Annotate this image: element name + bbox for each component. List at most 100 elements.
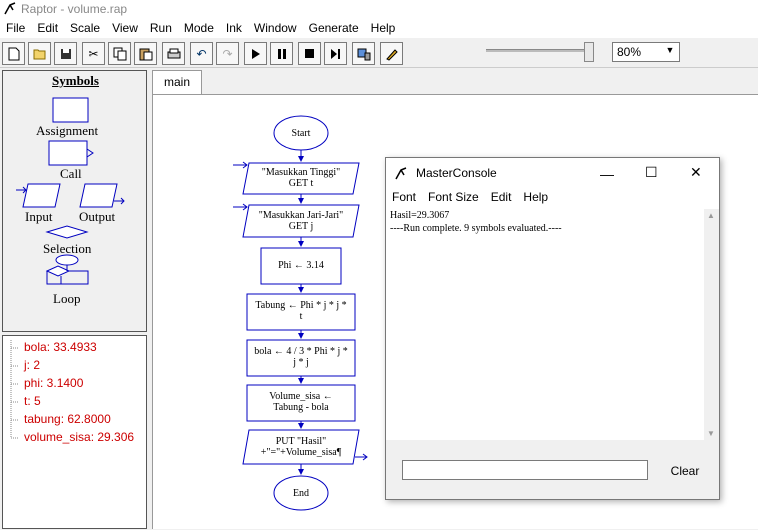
zoom-value: 80% <box>617 45 642 59</box>
console-command-input[interactable] <box>402 460 648 480</box>
selection-symbol[interactable] <box>45 225 89 239</box>
chevron-down-icon[interactable]: ▼ <box>663 45 677 59</box>
computer-icon <box>357 48 370 60</box>
assign4-text-cont: Tabung - bola <box>273 402 329 413</box>
output-text: PUT "Hasil" <box>275 436 327 447</box>
speed-slider-track[interactable] <box>486 49 584 52</box>
play-icon <box>251 48 260 59</box>
selection-label: Selection <box>43 241 92 256</box>
minimize-icon[interactable]: — <box>600 166 614 182</box>
menu-generate[interactable]: Generate <box>303 21 365 35</box>
input2-get: GET j <box>288 221 314 232</box>
pause-icon <box>277 48 286 59</box>
scroll-up-icon[interactable]: ▲ <box>707 211 715 220</box>
console-menu-edit[interactable]: Edit <box>485 190 518 208</box>
paste-icon <box>139 48 152 60</box>
console-scrollbar[interactable]: ▲ ▼ <box>704 209 719 440</box>
save-icon <box>60 48 71 59</box>
menu-help[interactable]: Help <box>365 21 402 35</box>
console-line: Hasil=29.3067 <box>390 210 450 221</box>
stop-button[interactable] <box>298 42 321 65</box>
step-button[interactable] <box>324 42 347 65</box>
var-item[interactable]: volume_sisa: 29.306 <box>24 430 134 444</box>
undo-button[interactable]: ↶ <box>190 42 213 65</box>
input2-prompt: "Masukkan Jari-Jari" <box>258 210 344 221</box>
call-label: Call <box>60 166 82 181</box>
zoom-select[interactable]: 80% ▼ <box>612 42 680 62</box>
scroll-down-icon[interactable]: ▼ <box>707 429 715 438</box>
redo-icon: ↷ <box>222 46 233 61</box>
test-server-button[interactable] <box>352 42 375 65</box>
printer-icon <box>167 48 180 58</box>
var-item[interactable]: tabung: 62.8000 <box>24 412 111 426</box>
title-bar: Raptor - volume.rap <box>0 0 758 18</box>
assign2-text-cont: t <box>299 311 303 322</box>
paste-button[interactable] <box>134 42 157 65</box>
assign3-text: bola ← 4 / 3 * Phi * j * <box>254 346 348 357</box>
console-line: ----Run complete. 9 symbols evaluated.--… <box>390 223 562 234</box>
new-button[interactable] <box>2 42 25 65</box>
pen-icon <box>385 48 398 61</box>
open-folder-icon <box>33 49 45 59</box>
var-item[interactable]: j: 2 <box>24 358 40 372</box>
loop-label: Loop <box>53 291 81 306</box>
window-title: Raptor - volume.rap <box>21 2 128 16</box>
variables-panel: bola: 33.4933 j: 2 phi: 3.1400 t: 5 tabu… <box>2 335 147 529</box>
scissors-icon: ✂ <box>88 46 99 61</box>
run-button[interactable] <box>244 42 267 65</box>
menu-file[interactable]: File <box>0 21 31 35</box>
step-icon <box>330 48 340 59</box>
input-label: Input <box>25 209 53 224</box>
console-menu-help[interactable]: Help <box>517 190 554 208</box>
maximize-icon[interactable]: ☐ <box>645 164 658 181</box>
menu-window[interactable]: Window <box>248 21 303 35</box>
pause-button[interactable] <box>270 42 293 65</box>
menu-run[interactable]: Run <box>144 21 178 35</box>
console-input-area: Clear <box>386 440 719 499</box>
menu-mode[interactable]: Mode <box>178 21 220 35</box>
symbols-panel: Symbols Assignment Call Input Output Sel… <box>2 70 147 332</box>
menu-ink[interactable]: Ink <box>220 21 248 35</box>
input1-get: GET t <box>288 178 314 189</box>
var-item[interactable]: bola: 33.4933 <box>24 340 97 354</box>
var-item[interactable]: t: 5 <box>24 394 41 408</box>
redo-button[interactable]: ↷ <box>216 42 239 65</box>
open-button[interactable] <box>28 42 51 65</box>
copy-icon <box>113 47 126 60</box>
clear-button[interactable]: Clear <box>662 460 708 482</box>
stop-icon <box>305 49 314 58</box>
raptor-icon <box>394 166 408 183</box>
console-menu-font-size[interactable]: Font Size <box>422 190 485 208</box>
start-label: Start <box>291 128 311 139</box>
output-symbol[interactable] <box>79 183 118 208</box>
var-item[interactable]: phi: 3.1400 <box>24 376 83 390</box>
menu-edit[interactable]: Edit <box>31 21 64 35</box>
output-text-cont: +"="+Volume_sisa¶ <box>260 447 342 458</box>
assign2-text: Tabung ← Phi * j * j * <box>255 300 347 311</box>
menu-view[interactable]: View <box>106 21 144 35</box>
input1-prompt: "Masukkan Tinggi" <box>261 167 341 178</box>
input-symbol[interactable] <box>22 183 61 208</box>
ink-button[interactable] <box>380 42 403 65</box>
call-symbol[interactable] <box>48 140 88 166</box>
speed-slider-thumb[interactable] <box>584 42 594 62</box>
tab-main[interactable]: main <box>152 70 202 94</box>
console-menu-bar: Font Font Size Edit Help <box>386 190 719 208</box>
save-button[interactable] <box>54 42 77 65</box>
output-label: Output <box>79 209 116 224</box>
menu-scale[interactable]: Scale <box>64 21 106 35</box>
copy-button[interactable] <box>108 42 131 65</box>
master-console-window: MasterConsole — ☐ ✕ Font Font Size Edit … <box>385 157 720 500</box>
assignment-symbol[interactable] <box>52 97 89 123</box>
console-output[interactable]: Hasil=29.3067 ----Run complete. 9 symbol… <box>388 209 704 440</box>
assignment-label: Assignment <box>36 123 99 138</box>
print-button[interactable] <box>162 42 185 65</box>
assign4-text: Volume_sisa ← <box>269 391 333 402</box>
menu-bar: File Edit Scale View Run Mode Ink Window… <box>0 18 758 38</box>
undo-icon: ↶ <box>196 46 207 61</box>
cut-button[interactable]: ✂ <box>82 42 105 65</box>
end-label: End <box>292 488 310 499</box>
tree-lines <box>10 340 19 439</box>
close-icon[interactable]: ✕ <box>690 164 702 181</box>
console-menu-font[interactable]: Font <box>386 190 422 208</box>
